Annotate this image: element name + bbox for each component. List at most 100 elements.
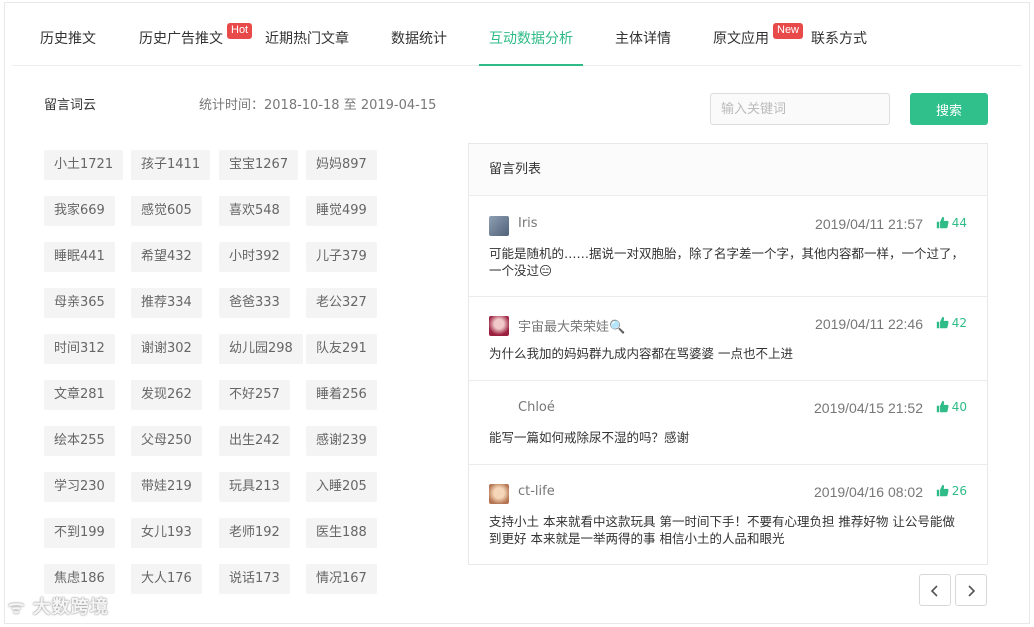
comment-list-title: 留言列表 <box>469 144 987 196</box>
word-chip[interactable]: 妈妈897 <box>306 150 377 180</box>
watermark-logo-icon: ᯤ <box>8 597 33 618</box>
tab-contact[interactable]: 联系方式 <box>811 16 867 66</box>
tab-interaction-analysis[interactable]: 互动数据分析 <box>479 16 583 66</box>
thumbs-up-icon <box>936 316 949 329</box>
tab-recent-hot-articles[interactable]: 近期热门文章 <box>265 16 349 66</box>
word-chip[interactable]: 宝宝1267 <box>219 150 299 180</box>
tab-history-ad-posts[interactable]: 历史广告推文 Hot <box>139 16 253 66</box>
word-chip[interactable]: 带娃219 <box>131 472 202 502</box>
comment-date: 2019/04/11 22:46 <box>815 316 923 332</box>
word-chip[interactable]: 说话173 <box>219 564 290 594</box>
like-number: 42 <box>951 316 967 330</box>
word-chip[interactable]: 我家669 <box>44 196 115 226</box>
comment-list: 留言列表 Iris 2019/04/11 21:57 44 可能是随机的……据说… <box>468 143 988 565</box>
word-chip[interactable]: 希望432 <box>131 242 202 272</box>
keyword-search-input[interactable] <box>710 93 890 125</box>
tab-label: 历史广告推文 <box>139 31 223 47</box>
prev-page-button[interactable] <box>919 574 951 606</box>
word-chip[interactable]: 儿子379 <box>306 242 377 272</box>
comment-text: 为什么我加的妈妈群九成内容都在骂婆婆 一点也不上进 <box>489 346 793 361</box>
word-chip[interactable]: 感谢239 <box>306 426 377 456</box>
word-chip[interactable]: 焦虑186 <box>44 564 115 594</box>
word-chip[interactable]: 大人176 <box>131 564 202 594</box>
new-badge: New <box>773 23 804 39</box>
tab-label: 主体详情 <box>615 31 671 47</box>
comment-date: 2019/04/11 21:57 <box>815 216 923 232</box>
like-count[interactable]: 44 <box>936 216 967 230</box>
like-count[interactable]: 42 <box>936 316 967 330</box>
word-chip[interactable]: 父母250 <box>131 426 202 456</box>
word-chip[interactable]: 睡着256 <box>306 380 377 410</box>
watermark-text: 大数跨境 <box>32 597 109 618</box>
word-chip[interactable]: 学习230 <box>44 472 115 502</box>
tab-data-statistics[interactable]: 数据统计 <box>391 16 447 66</box>
word-chip[interactable]: 小时392 <box>219 242 290 272</box>
tab-entity-details[interactable]: 主体详情 <box>615 16 671 66</box>
comment-author[interactable]: Iris <box>518 216 538 231</box>
chevron-left-icon <box>930 585 938 597</box>
avatar[interactable] <box>489 484 509 504</box>
avatar[interactable] <box>489 216 509 236</box>
word-chip[interactable]: 母亲365 <box>44 288 115 318</box>
tab-original-app[interactable]: 原文应用 New <box>713 16 804 66</box>
thumbs-up-icon <box>936 484 949 497</box>
tab-label: 互动数据分析 <box>489 31 573 47</box>
word-chip[interactable]: 医生188 <box>306 518 377 548</box>
comment-author[interactable]: Chloé <box>518 400 555 415</box>
word-chip[interactable]: 小土1721 <box>44 150 124 180</box>
like-count[interactable]: 26 <box>936 484 967 498</box>
tab-label: 联系方式 <box>811 31 867 47</box>
word-chip[interactable]: 睡眠441 <box>44 242 115 272</box>
tab-bar: 历史推文 历史广告推文 Hot 近期热门文章 数据统计 互动数据分析 主体详情 原… <box>12 16 1022 66</box>
tab-history-posts[interactable]: 历史推文 <box>40 16 96 66</box>
word-chip[interactable]: 入睡205 <box>306 472 377 502</box>
word-chip[interactable]: 绘本255 <box>44 426 115 456</box>
section-title: 留言词云 <box>44 98 97 113</box>
word-chip[interactable]: 女儿193 <box>131 518 202 548</box>
word-chip[interactable]: 爸爸333 <box>219 288 290 318</box>
word-chip[interactable]: 幼儿园298 <box>219 334 303 364</box>
comment-date: 2019/04/15 21:52 <box>814 400 923 416</box>
like-count[interactable]: 40 <box>936 400 967 414</box>
tab-label: 近期热门文章 <box>265 31 349 47</box>
next-page-button[interactable] <box>955 574 987 606</box>
thumbs-up-icon <box>936 400 949 413</box>
comment-text: 可能是随机的……据说一对双胞胎，除了名字差一个字，其他内容都一样，一个过了，一个… <box>489 246 965 278</box>
word-chip[interactable]: 谢谢302 <box>131 334 202 364</box>
word-chip[interactable]: 喜欢548 <box>219 196 290 226</box>
word-chip[interactable]: 玩具213 <box>219 472 290 502</box>
chevron-right-icon <box>968 585 976 597</box>
comment-item: ct-life 2019/04/16 08:02 26 支持小土 本来就看中这款… <box>469 465 987 565</box>
tab-label: 数据统计 <box>391 31 447 47</box>
like-number: 40 <box>951 400 967 414</box>
word-chip[interactable]: 孩子1411 <box>131 150 211 180</box>
word-chip[interactable]: 发现262 <box>131 380 202 410</box>
stat-time-range: 统计时间：2018-10-18 至 2019-04-15 <box>199 98 437 113</box>
word-chip[interactable]: 队友291 <box>306 334 377 364</box>
word-chip[interactable]: 时间312 <box>44 334 115 364</box>
search-button[interactable]: 搜索 <box>910 93 988 125</box>
avatar[interactable] <box>489 316 509 336</box>
comment-text: 支持小土 本来就看中这款玩具 第一时间下手！不要有心理负担 推荐好物 让公号能做… <box>489 514 955 546</box>
like-number: 26 <box>951 484 967 498</box>
watermark: ᯤ 大数跨境 <box>8 593 109 619</box>
comment-author[interactable]: 宇宙最大荣荣娃🔍 <box>518 316 625 335</box>
hot-badge: Hot <box>227 23 253 39</box>
like-number: 44 <box>951 216 967 230</box>
word-chip[interactable]: 睡觉499 <box>306 196 377 226</box>
comment-text: 能写一篇如何戒除尿不湿的吗？感谢 <box>489 430 690 445</box>
comment-date: 2019/04/16 08:02 <box>814 484 923 500</box>
word-chip[interactable]: 不好257 <box>219 380 290 410</box>
word-chip[interactable]: 不到199 <box>44 518 115 548</box>
word-chip[interactable]: 情况167 <box>306 564 377 594</box>
word-chip[interactable]: 老师192 <box>219 518 290 548</box>
thumbs-up-icon <box>936 216 949 229</box>
word-chip[interactable]: 出生242 <box>219 426 290 456</box>
word-chip[interactable]: 老公327 <box>306 288 377 318</box>
comment-item: 宇宙最大荣荣娃🔍 2019/04/11 22:46 42 为什么我加的妈妈群九成… <box>469 297 987 381</box>
word-chip[interactable]: 感觉605 <box>131 196 202 226</box>
word-chip[interactable]: 推荐334 <box>131 288 202 318</box>
comment-author[interactable]: ct-life <box>518 484 555 499</box>
comment-item: Chloé 2019/04/15 21:52 40 能写一篇如何戒除尿不湿的吗？… <box>469 381 987 465</box>
word-chip[interactable]: 文章281 <box>44 380 115 410</box>
